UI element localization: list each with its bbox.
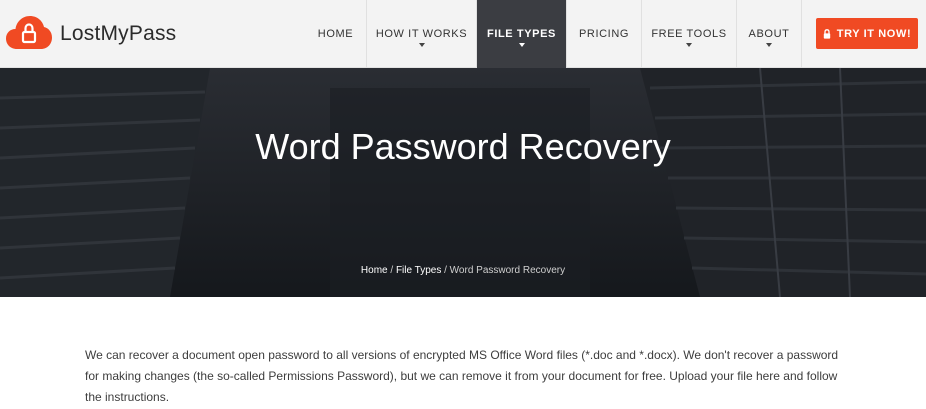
logo[interactable]: LostMyPass xyxy=(6,14,176,54)
cloud-lock-icon xyxy=(6,16,52,49)
nav-how-it-works-label: HOW IT WORKS xyxy=(375,28,468,40)
site-header: LostMyPass HOME HOW IT WORKS FILE TYPES … xyxy=(0,0,926,68)
intro-paragraph: We can recover a document open password … xyxy=(85,348,839,404)
nav-home-label: HOME xyxy=(317,28,354,40)
try-it-now-button[interactable]: TRY IT NOW! xyxy=(816,18,918,49)
breadcrumb-file-types-link[interactable]: File Types xyxy=(396,265,441,276)
caret-down-icon xyxy=(418,43,425,47)
nav-file-types-label: FILE TYPES xyxy=(487,28,556,40)
caret-down-icon xyxy=(766,43,772,47)
nav-free-tools[interactable]: FREE TOOLS xyxy=(641,0,736,68)
page-title: Word Password Recovery xyxy=(255,126,671,167)
nav-how-it-works[interactable]: HOW IT WORKS xyxy=(366,0,476,68)
caret-down-icon xyxy=(686,43,692,47)
server-rack-background xyxy=(0,68,926,297)
nav-pricing-label: PRICING xyxy=(578,28,630,40)
breadcrumb: Home / File Types / Word Password Recove… xyxy=(0,265,926,276)
breadcrumb-home-link[interactable]: Home xyxy=(361,265,388,276)
nav-about-label: ABOUT xyxy=(748,28,790,40)
nav-file-types[interactable]: FILE TYPES xyxy=(476,0,566,68)
caret-down-icon xyxy=(518,43,525,47)
nav-home[interactable]: HOME xyxy=(305,0,366,68)
try-it-now-label: TRY IT NOW! xyxy=(836,27,912,40)
logo-text: LostMyPass xyxy=(60,22,177,45)
nav-pricing[interactable]: PRICING xyxy=(566,0,641,68)
hero-banner: Word Password Recovery Home / File Types… xyxy=(0,68,926,297)
breadcrumb-current: Word Password Recovery xyxy=(449,265,566,276)
lock-icon xyxy=(823,28,830,39)
main-nav: HOME HOW IT WORKS FILE TYPES PRICING FRE… xyxy=(305,0,802,68)
nav-about[interactable]: ABOUT xyxy=(736,0,802,68)
nav-free-tools-label: FREE TOOLS xyxy=(651,28,727,40)
